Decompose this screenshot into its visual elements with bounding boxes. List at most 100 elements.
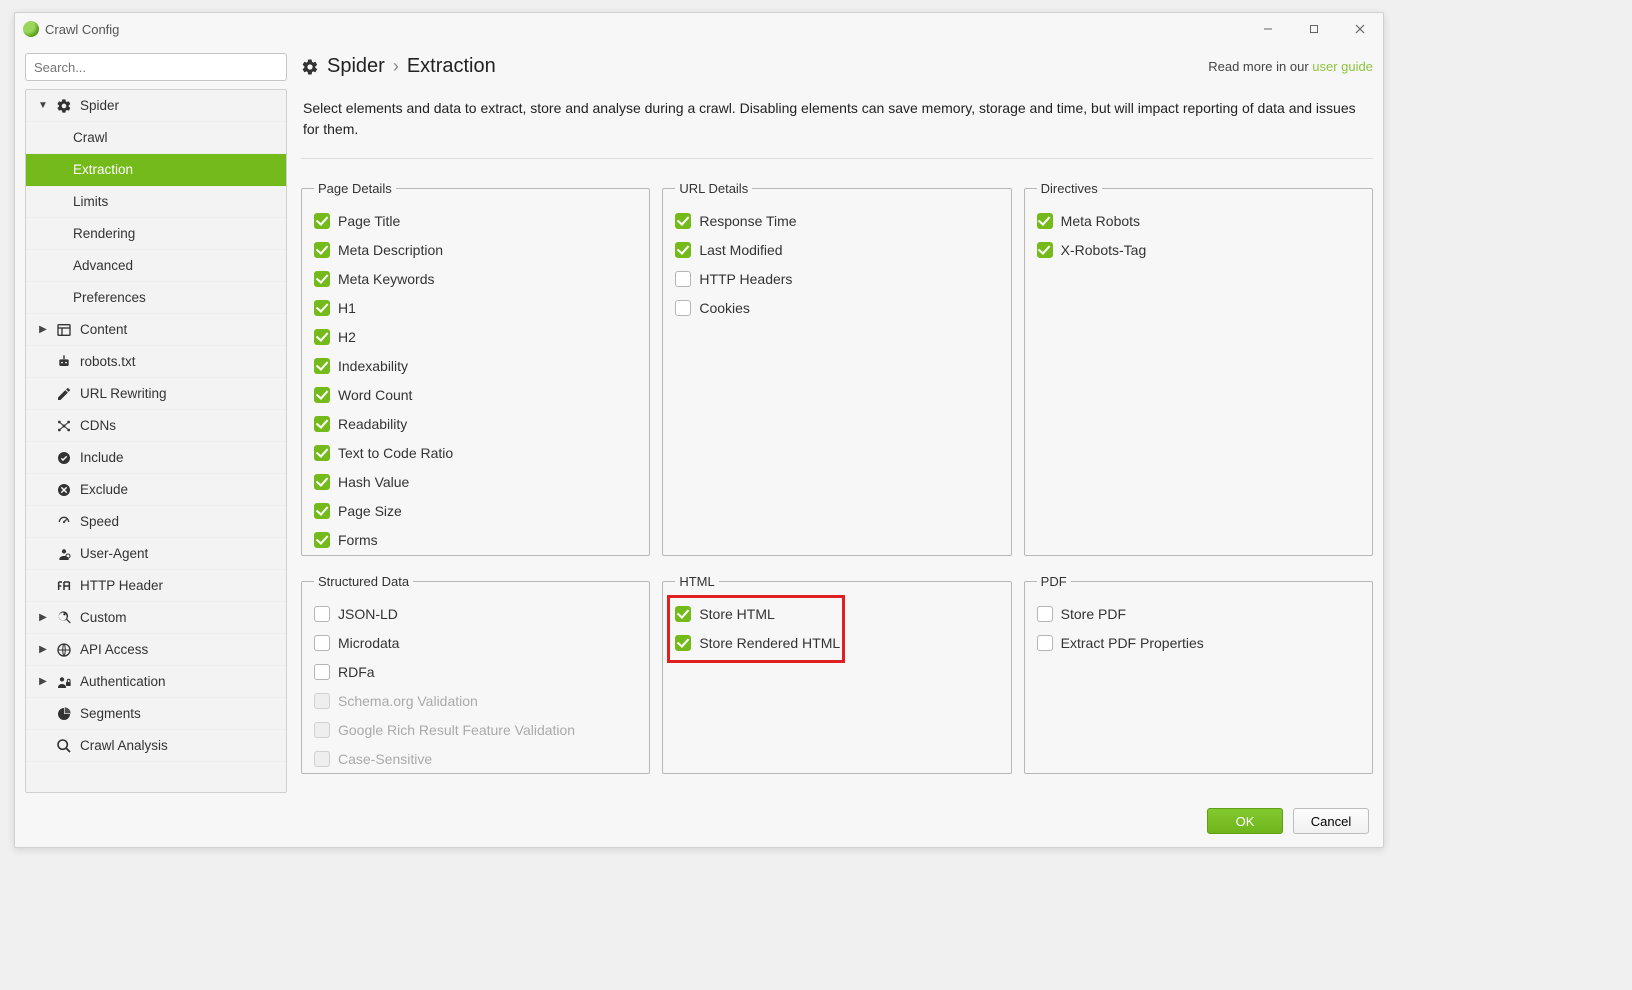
cancel-button[interactable]: Cancel <box>1293 808 1369 834</box>
sidebar-item-label: Crawl <box>73 130 108 145</box>
close-button[interactable] <box>1337 14 1383 44</box>
checkbox-text-to-code-ratio[interactable]: Text to Code Ratio <box>314 438 637 467</box>
robot-icon <box>56 354 72 370</box>
sidebar-item-limits[interactable]: Limits <box>26 186 286 218</box>
maximize-button[interactable] <box>1291 14 1337 44</box>
readmore: Read more in our user guide <box>1208 59 1373 74</box>
sidebar-item-label: Custom <box>80 610 127 625</box>
crawl-config-window: Crawl Config ▼SpiderCrawlExtractionLimit… <box>14 12 1384 848</box>
checkbox-http-headers[interactable]: HTTP Headers <box>675 264 998 293</box>
analysis-icon <box>56 738 72 754</box>
checkbox-response-time[interactable]: Response Time <box>675 206 998 235</box>
checkbox-meta-keywords[interactable]: Meta Keywords <box>314 264 637 293</box>
checkbox-store-pdf[interactable]: Store PDF <box>1037 599 1360 628</box>
checkbox-forms[interactable]: Forms <box>314 525 637 554</box>
sidebar-item-include[interactable]: ▶Include <box>26 442 286 474</box>
checkbox-store-html[interactable]: Store HTML <box>675 599 998 628</box>
checkbox-case-sensitive: Case-Sensitive <box>314 744 637 773</box>
httpheader-icon <box>56 578 72 594</box>
sidebar-item-label: Content <box>80 322 127 337</box>
sidebar-item-rendering[interactable]: Rendering <box>26 218 286 250</box>
checkbox-label: Store HTML <box>699 606 774 622</box>
checkbox-page-size[interactable]: Page Size <box>314 496 637 525</box>
sidebar-item-url-rewriting[interactable]: ▶URL Rewriting <box>26 378 286 410</box>
checkbox-box <box>314 416 330 432</box>
sidebar-item-segments[interactable]: ▶Segments <box>26 698 286 730</box>
sidebar-item-custom[interactable]: ▶ Custom <box>26 602 286 634</box>
sidebar-item-label: API Access <box>80 642 148 657</box>
checkbox-box <box>675 606 691 622</box>
checkbox-box <box>314 474 330 490</box>
sidebar-item-spider[interactable]: ▼Spider <box>26 90 286 122</box>
sidebar-item-cdns[interactable]: ▶CDNs <box>26 410 286 442</box>
sidebar-item-label: User-Agent <box>80 546 148 561</box>
chevron-right-icon: ▶ <box>38 644 48 655</box>
sidebar-item-label: Limits <box>73 194 108 209</box>
checkbox-label: Meta Robots <box>1061 213 1140 229</box>
checkbox-store-rendered-html[interactable]: Store Rendered HTML <box>675 628 998 657</box>
checkbox-label: Extract PDF Properties <box>1061 635 1204 651</box>
checkbox-schema-org-validation: Schema.org Validation <box>314 686 637 715</box>
group-legend: URL Details <box>675 181 752 196</box>
sidebar-item-content[interactable]: ▶Content <box>26 314 286 346</box>
sidebar-item-advanced[interactable]: Advanced <box>26 250 286 282</box>
checkbox-microdata[interactable]: Microdata <box>314 628 637 657</box>
sidebar-item-label: Exclude <box>80 482 128 497</box>
custom-icon <box>56 610 72 626</box>
checkbox-cookies[interactable]: Cookies <box>675 293 998 322</box>
search-input[interactable] <box>25 53 287 81</box>
checkbox-indexability[interactable]: Indexability <box>314 351 637 380</box>
checkbox-label: Text to Code Ratio <box>338 445 453 461</box>
checkbox-word-count[interactable]: Word Count <box>314 380 637 409</box>
ok-button[interactable]: OK <box>1207 808 1283 834</box>
sidebar-item-authentication[interactable]: ▶Authentication <box>26 666 286 698</box>
sidebar-item-api-access[interactable]: ▶ API Access <box>26 634 286 666</box>
checkbox-x-robots-tag[interactable]: X-Robots-Tag <box>1037 235 1360 264</box>
user-guide-link[interactable]: user guide <box>1312 59 1373 74</box>
checkbox-extract-pdf-properties[interactable]: Extract PDF Properties <box>1037 628 1360 657</box>
minimize-button[interactable] <box>1245 14 1291 44</box>
app-icon <box>23 21 39 37</box>
sidebar-item-speed[interactable]: ▶Speed <box>26 506 286 538</box>
checkbox-meta-robots[interactable]: Meta Robots <box>1037 206 1360 235</box>
checkbox-page-title[interactable]: Page Title <box>314 206 637 235</box>
sidebar-item-user-agent[interactable]: ▶User-Agent <box>26 538 286 570</box>
sidebar-item-label: Speed <box>80 514 119 529</box>
sidebar-item-crawl-analysis[interactable]: ▶Crawl Analysis <box>26 730 286 762</box>
chevron-right-icon: ▶ <box>38 612 48 623</box>
sidebar-item-extraction[interactable]: Extraction <box>26 154 286 186</box>
group-url-details: URL Details Response TimeLast Modified HTT… <box>662 181 1011 556</box>
sidebar-item-label: Spider <box>80 98 119 113</box>
checkbox-json-ld[interactable]: JSON-LD <box>314 599 637 628</box>
checkbox-hash-value[interactable]: Hash Value <box>314 467 637 496</box>
sidebar-item-crawl[interactable]: Crawl <box>26 122 286 154</box>
group-pdf: PDFStore PDFExtract PDF Properties <box>1024 574 1373 774</box>
checkbox-h2[interactable]: H2 <box>314 322 637 351</box>
checkbox-rdfa[interactable]: RDFa <box>314 657 637 686</box>
sidebar-item-preferences[interactable]: Preferences <box>26 282 286 314</box>
sidebar-item-label: Extraction <box>73 162 133 177</box>
checkbox-last-modified[interactable]: Last Modified <box>675 235 998 264</box>
checkbox-box <box>314 606 330 622</box>
checkbox-google-rich-result-feature-validation: Google Rich Result Feature Validation <box>314 715 637 744</box>
checkbox-label: X-Robots-Tag <box>1061 242 1147 258</box>
group-directives: DirectivesMeta RobotsX-Robots-Tag <box>1024 181 1373 556</box>
checkbox-box <box>314 300 330 316</box>
checkbox-h1[interactable]: H1 <box>314 293 637 322</box>
group-legend: Page Details <box>314 181 396 196</box>
checkbox-readability[interactable]: Readability <box>314 409 637 438</box>
checkbox-box <box>314 242 330 258</box>
sidebar-item-exclude[interactable]: ▶Exclude <box>26 474 286 506</box>
cdn-icon <box>56 418 72 434</box>
segments-icon <box>56 706 72 722</box>
checkbox-label: Hash Value <box>338 474 409 490</box>
group-page-details: Page Details Page TitleMeta DescriptionMe… <box>301 181 650 556</box>
group-html: HTMLStore HTMLStore Rendered HTML <box>662 574 1011 774</box>
sidebar-item-robots-txt[interactable]: ▶robots.txt <box>26 346 286 378</box>
checkbox-meta-description[interactable]: Meta Description <box>314 235 637 264</box>
checkbox-label: HTTP Headers <box>699 271 792 287</box>
checkbox-label: Schema.org Validation <box>338 693 478 709</box>
sidebar-item-http-header[interactable]: ▶HTTP Header <box>26 570 286 602</box>
checkbox-label: Microdata <box>338 635 399 651</box>
sidebar-item-label: CDNs <box>80 418 116 433</box>
